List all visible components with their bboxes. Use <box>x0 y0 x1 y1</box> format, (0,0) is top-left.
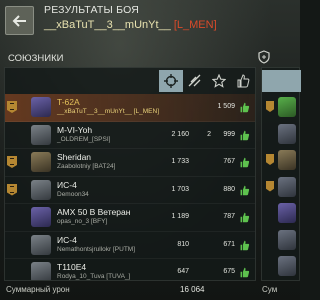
allies-label: СОЮЗНИКИ <box>8 53 64 64</box>
like-icon[interactable] <box>239 102 250 113</box>
like-icon[interactable] <box>239 157 250 168</box>
stat-tabs <box>159 70 255 92</box>
damage-value: 810 <box>177 240 189 248</box>
tank-icon <box>278 256 296 276</box>
enemies-tabbar <box>262 70 301 92</box>
ally-row[interactable]: ИС-4 Nemathontsjrullokr [PUTM] 810 671 <box>5 232 255 259</box>
rank-badge-icon <box>266 180 274 192</box>
tank-icon <box>31 97 51 117</box>
ally-row[interactable]: Sheridan Zaabolotniy [BAT24] 1 733 767 <box>5 149 255 177</box>
rank-badge-icon <box>266 101 274 112</box>
enemy-row[interactable] <box>265 147 296 173</box>
player-title: __xBaTuT__3__mUnYt__ [L_MEN] <box>44 19 217 31</box>
like-icon[interactable] <box>239 212 250 223</box>
experience-value: 787 <box>223 213 235 220</box>
allies-panel: T-62A __xBaTuT__3__mUnYt__ [L_MEN] 1 509 M… <box>4 67 256 281</box>
tank-icon <box>278 229 296 250</box>
tank-icon <box>31 262 51 280</box>
ally-row[interactable]: AMX 50 B Ветеран opas_no_3 [BFY] 1 189 787 <box>5 204 255 232</box>
tank-name: T110E4 <box>57 262 87 272</box>
experience-value: 1 509 <box>217 103 235 110</box>
enemy-row[interactable] <box>265 121 296 147</box>
experience-tab[interactable] <box>207 70 231 92</box>
back-button[interactable] <box>5 6 34 35</box>
tank-name: ИС-4 <box>57 234 77 245</box>
player-nick: _OLDREM_[SPSI] <box>57 135 111 143</box>
tank-icon <box>278 97 296 117</box>
like-icon[interactable] <box>239 267 250 278</box>
blocked-value: 2 <box>207 130 211 138</box>
blocked-tab[interactable] <box>183 70 207 92</box>
thumbs-up-icon <box>237 74 250 88</box>
star-icon <box>212 74 226 88</box>
total-damage-label: Суммарный урон <box>6 285 70 294</box>
damage-value: 1 703 <box>171 185 189 193</box>
player-nick: __xBaTuT__3__mUnYt__ [L_MEN] <box>57 108 160 115</box>
player-name: __xBaTuT__3__mUnYt__ <box>44 19 171 31</box>
like-icon[interactable] <box>239 185 250 196</box>
rank-badge-icon <box>266 154 274 165</box>
enemy-row[interactable] <box>265 200 296 226</box>
tank-icon <box>31 234 51 255</box>
ally-row[interactable]: T110E4 Rodya_10_Tuva [TUVA_] 647 675 <box>5 259 255 280</box>
experience-value: 675 <box>223 268 235 275</box>
damage-value: 647 <box>177 268 189 275</box>
ally-row[interactable]: M-VI-Yoh _OLDREM_[SPSI] 2 160 2 999 <box>5 122 255 149</box>
player-nick: Demoon34 <box>57 190 89 198</box>
enemy-row[interactable] <box>265 227 296 253</box>
enemies-total-label: Сум <box>262 285 278 294</box>
page-title: РЕЗУЛЬТАТЫ БОЯ <box>44 4 140 16</box>
experience-value: 999 <box>223 130 235 138</box>
enemy-row[interactable] <box>265 94 296 120</box>
player-nick: Rodya_10_Tuva [TUVA_] <box>57 273 131 280</box>
tank-icon <box>31 207 51 227</box>
player-clan: [L_MEN] <box>173 19 217 31</box>
player-nick: Zaabolotniy [BAT24] <box>57 163 116 170</box>
enemy-row[interactable] <box>265 253 296 279</box>
likes-tab[interactable] <box>231 70 255 92</box>
tank-icon <box>31 152 51 172</box>
player-nick: opas_no_3 [BFY] <box>57 218 108 225</box>
enemy-row[interactable] <box>265 174 296 200</box>
damage-tab[interactable] <box>159 70 183 92</box>
tank-name: T-62A <box>57 97 80 107</box>
like-icon[interactable] <box>239 130 250 141</box>
damage-value: 1 189 <box>171 213 189 220</box>
damage-value: 1 733 <box>171 158 189 165</box>
enemies-panel <box>261 67 301 281</box>
tank-icon <box>31 179 51 200</box>
header: РЕЗУЛЬТАТЫ БОЯ __xBaTuT__3__mUnYt__ [L_M… <box>0 0 300 44</box>
tank-name: Sheridan <box>57 152 92 162</box>
allies-list: T-62A __xBaTuT__3__mUnYt__ [L_MEN] 1 509 M… <box>5 94 255 280</box>
experience-value: 671 <box>223 240 235 248</box>
player-nick: Nemathontsjrullokr [PUTM] <box>57 245 136 253</box>
rank-badge-icon <box>7 101 17 113</box>
tank-icon <box>278 176 296 197</box>
back-arrow-icon <box>12 15 26 27</box>
damage-value: 2 160 <box>171 130 189 138</box>
tank-name: M-VI-Yoh <box>57 124 93 135</box>
tank-icon <box>278 203 296 223</box>
ally-row[interactable]: T-62A __xBaTuT__3__mUnYt__ [L_MEN] 1 509 <box>5 94 255 122</box>
tank-icon <box>31 124 51 145</box>
total-damage-value: 16 064 <box>180 285 205 294</box>
like-icon[interactable] <box>239 240 250 251</box>
enemies-icon <box>258 50 270 64</box>
tank-icon <box>278 123 296 144</box>
rank-badge-icon <box>7 183 17 196</box>
armor-block-icon <box>188 74 201 87</box>
rank-badge-icon <box>7 156 17 168</box>
ally-row[interactable]: ИС-4 Demoon34 1 703 880 <box>5 177 255 204</box>
experience-value: 880 <box>223 185 235 193</box>
tank-name: ИС-4 <box>57 179 77 190</box>
crosshair-icon <box>164 74 178 88</box>
experience-value: 767 <box>223 158 235 165</box>
tank-name: AMX 50 B Ветеран <box>57 207 131 217</box>
tank-icon <box>278 150 296 170</box>
